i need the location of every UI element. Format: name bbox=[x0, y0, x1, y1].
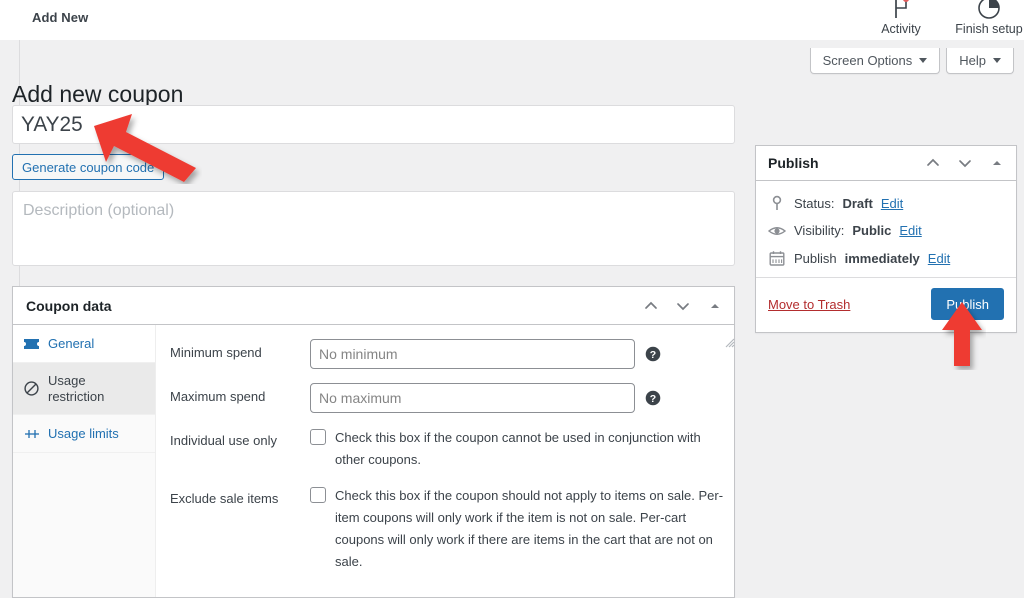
admin-bar-item-finish-setup-label: Finish setup bbox=[955, 22, 1023, 36]
individual-use-control: Check this box if the coupon cannot be u… bbox=[310, 427, 724, 471]
minimum-spend-input[interactable] bbox=[310, 339, 635, 369]
flag-icon bbox=[890, 0, 912, 20]
pin-icon bbox=[768, 195, 786, 211]
tab-usage-restriction[interactable]: Usage restriction bbox=[13, 363, 155, 416]
individual-use-description: Check this box if the coupon cannot be u… bbox=[335, 430, 701, 467]
exclude-sale-items-description: Check this box if the coupon should not … bbox=[335, 488, 724, 569]
generate-coupon-code-button[interactable]: Generate coupon code bbox=[12, 154, 165, 180]
post-schedule-value: immediately bbox=[844, 250, 920, 266]
tab-general[interactable]: General bbox=[13, 325, 155, 363]
tab-usage-limits-label: Usage limits bbox=[48, 425, 119, 441]
coupon-description-textarea[interactable] bbox=[12, 191, 735, 266]
exclude-sale-items-label: Exclude sale items bbox=[170, 491, 279, 506]
toggle-panel-icon[interactable] bbox=[700, 291, 730, 321]
move-up-icon[interactable] bbox=[636, 291, 666, 321]
coupon-data-handle-actions bbox=[636, 291, 730, 321]
edit-visibility-link[interactable]: Edit bbox=[899, 223, 921, 238]
admin-bar-add-new[interactable]: Add New bbox=[32, 10, 88, 25]
post-status-value: Draft bbox=[842, 195, 873, 211]
minimum-spend-label: Minimum spend bbox=[170, 345, 262, 360]
admin-bar-right-group: Activity Finish setup bbox=[870, 0, 1024, 36]
help-button[interactable]: Help bbox=[946, 48, 1014, 74]
coupon-code-input[interactable] bbox=[12, 105, 735, 144]
eye-icon bbox=[768, 224, 786, 238]
publish-box-handle-actions bbox=[918, 148, 1012, 178]
svg-text:?: ? bbox=[650, 393, 656, 405]
individual-use-checkbox-row: Check this box if the coupon cannot be u… bbox=[310, 427, 724, 471]
admin-bar-item-activity[interactable]: Activity bbox=[870, 0, 932, 36]
post-visibility-value: Public bbox=[852, 223, 892, 238]
coupon-data-postbox: Coupon data General Usage restriction Us… bbox=[12, 286, 735, 598]
help-icon[interactable]: ? bbox=[645, 346, 661, 362]
maximum-spend-label: Maximum spend bbox=[170, 389, 266, 404]
tab-general-label: General bbox=[48, 335, 95, 351]
exclude-sale-items-control: Check this box if the coupon should not … bbox=[310, 485, 724, 573]
exclude-sale-items-checkbox[interactable] bbox=[310, 487, 326, 503]
move-down-icon[interactable] bbox=[668, 291, 698, 321]
svg-text:?: ? bbox=[650, 349, 656, 361]
coupon-data-tabs: General Usage restriction Usage limits bbox=[13, 325, 156, 597]
pie-progress-icon bbox=[977, 0, 1001, 20]
maximum-spend-input[interactable] bbox=[310, 383, 635, 413]
individual-use-label: Individual use only bbox=[170, 433, 277, 448]
move-up-icon[interactable] bbox=[918, 148, 948, 178]
admin-bar-item-finish-setup[interactable]: Finish setup bbox=[955, 0, 1023, 36]
limits-icon bbox=[23, 425, 40, 442]
post-status-prefix: Status: bbox=[794, 195, 835, 211]
post-schedule-row: Publish immediately Edit bbox=[768, 245, 1004, 273]
ticket-icon bbox=[23, 335, 40, 352]
coupon-data-title: Coupon data bbox=[26, 297, 112, 314]
help-label: Help bbox=[959, 53, 986, 68]
screen-options-label: Screen Options bbox=[822, 53, 913, 68]
publish-box-header: Publish bbox=[756, 146, 1016, 181]
publish-button[interactable]: Publish bbox=[931, 288, 1004, 320]
individual-use-checkbox[interactable] bbox=[310, 429, 326, 445]
coupon-data-header: Coupon data bbox=[13, 287, 734, 325]
field-row-individual-use: Individual use only Check this box if th… bbox=[170, 427, 724, 471]
admin-bar: Add New Activity Finish setup bbox=[0, 0, 1024, 40]
edit-status-link[interactable]: Edit bbox=[881, 196, 903, 211]
publish-box-title: Publish bbox=[768, 155, 819, 171]
move-down-icon[interactable] bbox=[950, 148, 980, 178]
post-visibility-row: Visibility: Public Edit bbox=[768, 218, 1004, 245]
maximum-spend-control: ? bbox=[310, 383, 724, 413]
admin-bar-item-activity-label: Activity bbox=[881, 22, 921, 36]
screen-options-button[interactable]: Screen Options bbox=[809, 48, 941, 74]
block-icon bbox=[23, 380, 40, 397]
post-status-row: Status: Draft Edit bbox=[768, 190, 1004, 218]
post-schedule-prefix: Publish bbox=[794, 250, 837, 266]
publish-misc-actions: Status: Draft Edit Visibility: Public Ed… bbox=[756, 181, 1016, 277]
coupon-data-general-panel: Minimum spend ? Maximum bbox=[156, 325, 734, 597]
tab-usage-limits[interactable]: Usage limits bbox=[13, 415, 155, 454]
chevron-down-icon bbox=[993, 58, 1001, 63]
publish-box: Publish Status: Draft Edit Visibility: P… bbox=[755, 145, 1017, 333]
publish-actions: Move to Trash Publish bbox=[756, 277, 1016, 332]
minimum-spend-control: ? bbox=[310, 339, 724, 369]
move-to-trash-link[interactable]: Move to Trash bbox=[768, 297, 850, 312]
field-row-maximum-spend: Maximum spend ? bbox=[170, 383, 724, 413]
coupon-data-body: General Usage restriction Usage limits M… bbox=[13, 325, 734, 597]
tab-usage-restriction-label: Usage restriction bbox=[48, 373, 105, 404]
help-icon[interactable]: ? bbox=[645, 390, 661, 406]
edit-schedule-link[interactable]: Edit bbox=[928, 251, 950, 266]
screen-meta-links: Screen Options Help bbox=[809, 48, 1014, 74]
calendar-icon bbox=[768, 250, 786, 266]
chevron-down-icon bbox=[919, 58, 928, 63]
post-visibility-prefix: Visibility: bbox=[794, 223, 845, 238]
exclude-sale-items-checkbox-row: Check this box if the coupon should not … bbox=[310, 485, 724, 573]
page-body: Screen Options Help Add new coupon Gener… bbox=[0, 40, 1024, 598]
field-row-minimum-spend: Minimum spend ? bbox=[170, 339, 724, 369]
field-row-exclude-sale-items: Exclude sale items Check this box if the… bbox=[170, 485, 724, 573]
toggle-panel-icon[interactable] bbox=[982, 148, 1012, 178]
main-column: Generate coupon code Coupon data bbox=[12, 105, 735, 598]
